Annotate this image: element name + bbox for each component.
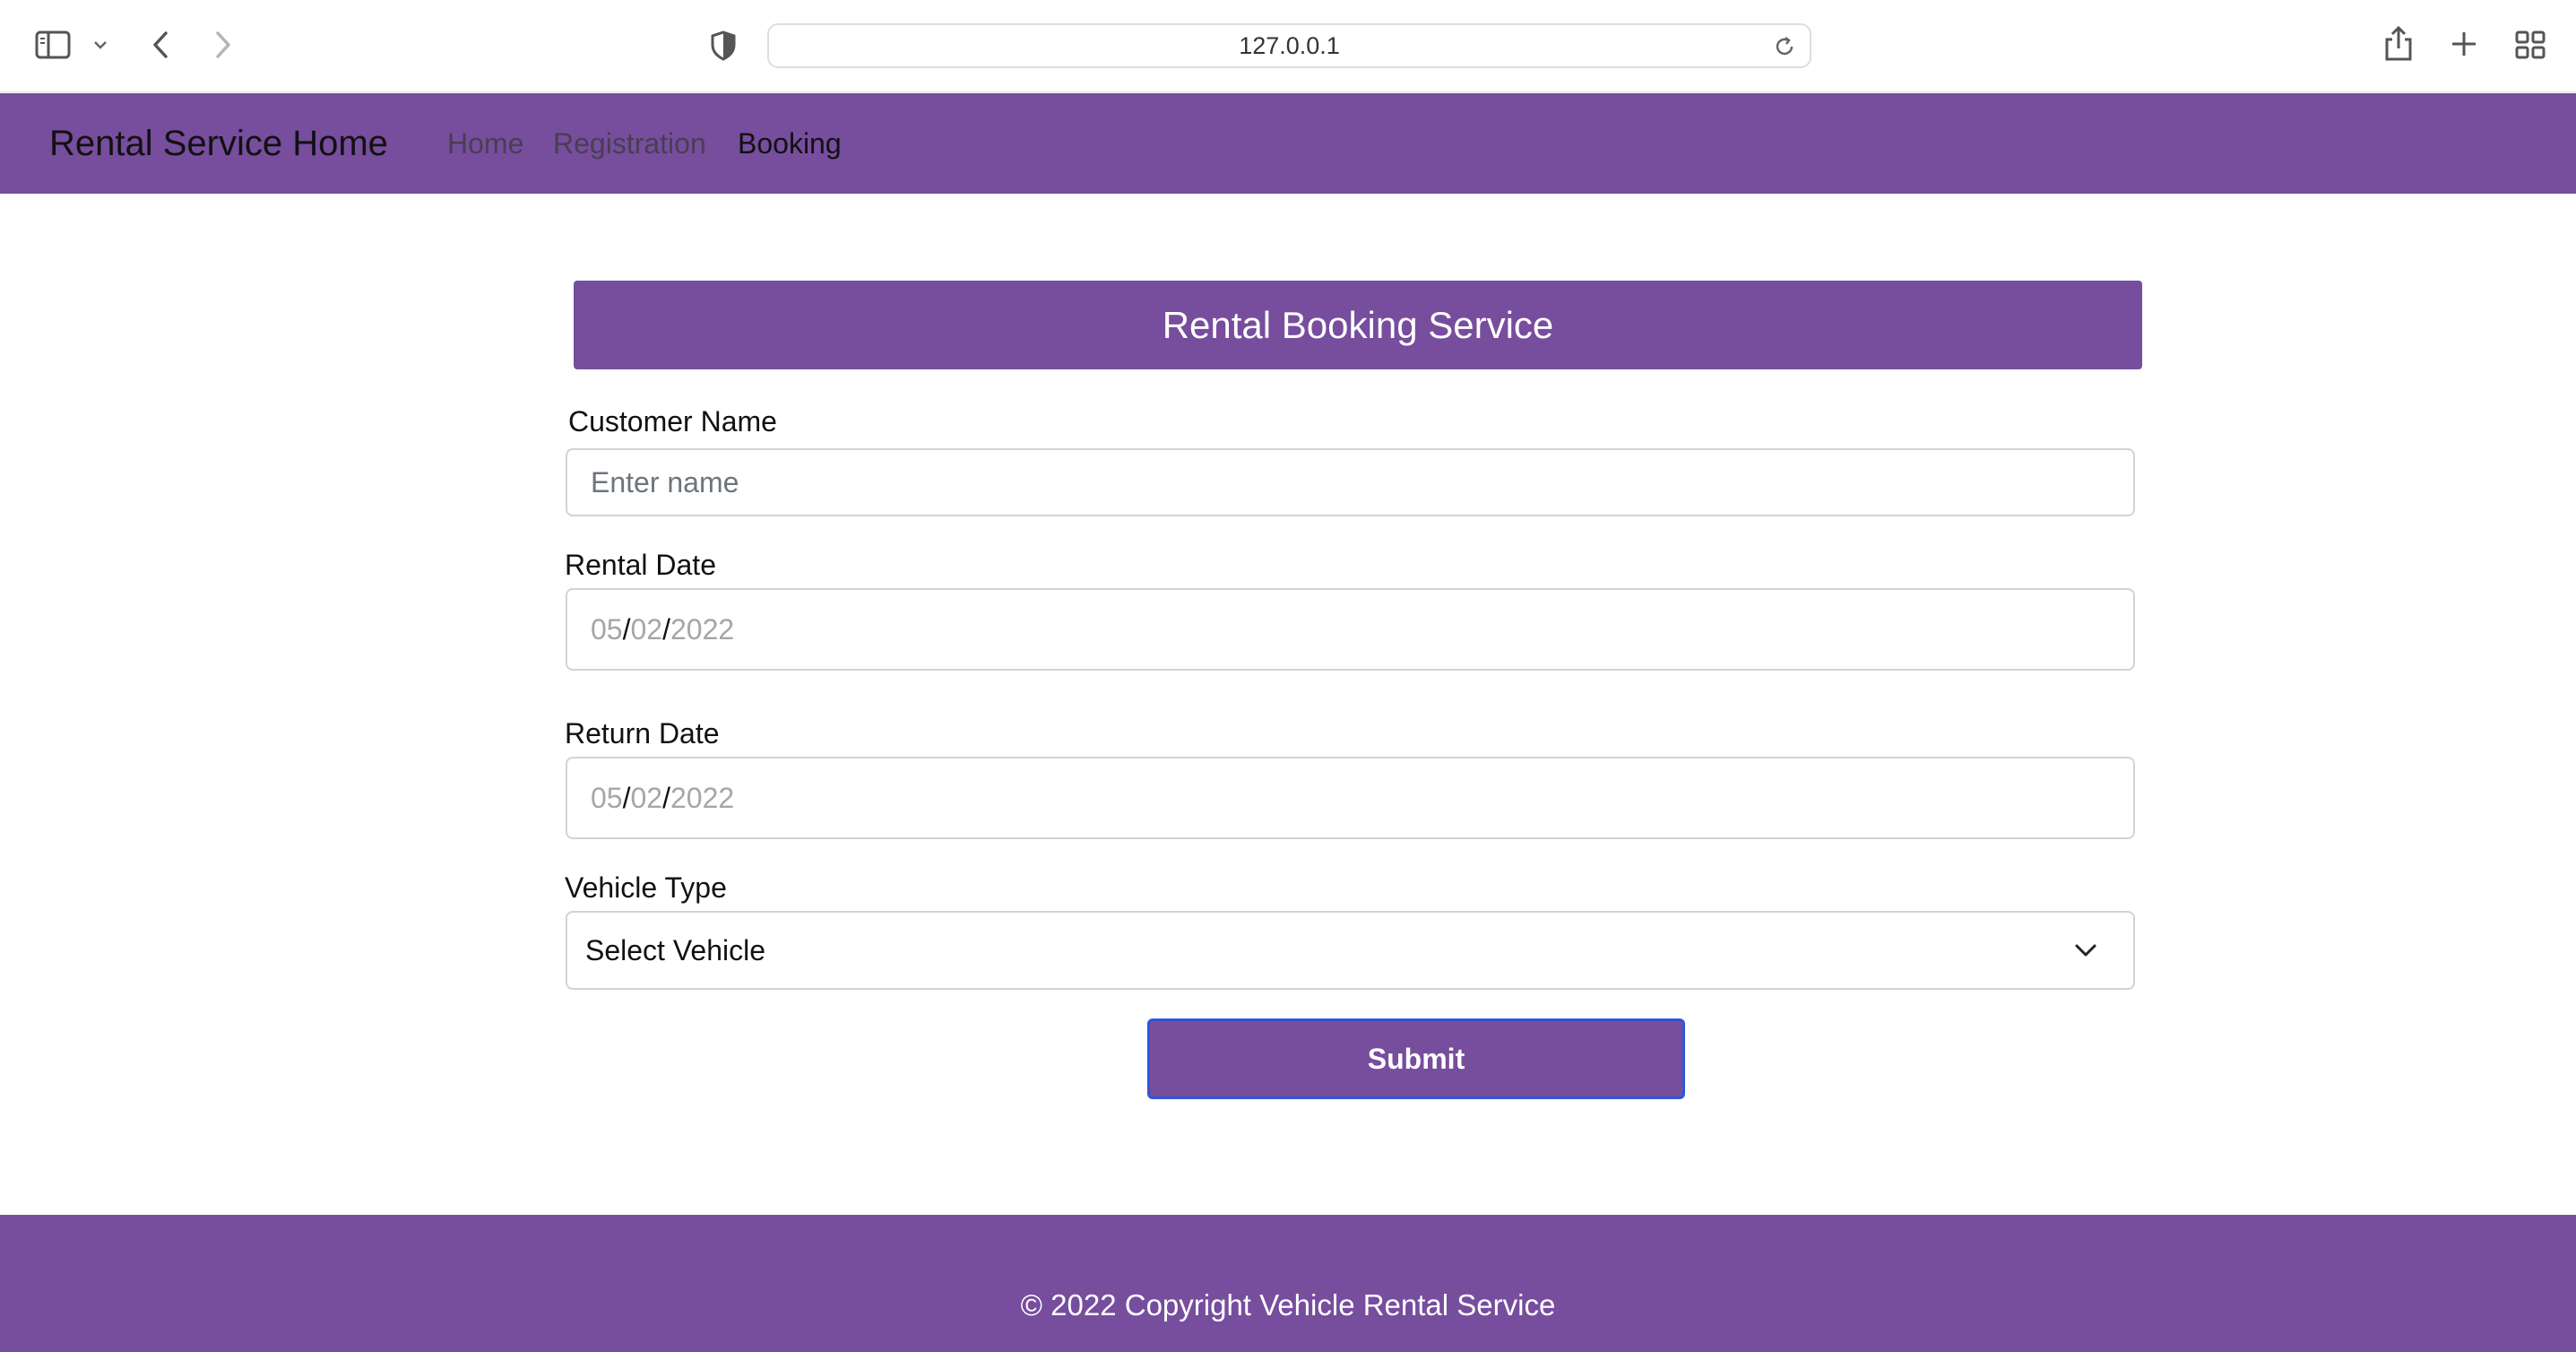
- browser-toolbar: 127.0.0.1: [0, 0, 2576, 92]
- return-date-separator: /: [622, 781, 631, 814]
- nav-link-registration[interactable]: Registration: [553, 127, 706, 160]
- grid-icon[interactable]: [2513, 29, 2547, 61]
- vehicle-type-select[interactable]: Select Vehicle: [566, 911, 2135, 990]
- vehicle-type-label: Vehicle Type: [565, 871, 727, 904]
- customer-name-label: Customer Name: [568, 405, 777, 438]
- back-arrow-icon[interactable]: [147, 27, 174, 63]
- rental-date-month[interactable]: 05: [591, 613, 623, 646]
- vehicle-type-selected: Select Vehicle: [585, 933, 766, 966]
- form-banner: Rental Booking Service: [574, 281, 2142, 369]
- share-icon[interactable]: [2381, 23, 2416, 65]
- rental-date-day[interactable]: 02: [630, 613, 662, 646]
- return-date-separator: /: [662, 781, 670, 814]
- site-footer: © 2022 Copyright Vehicle Rental Service: [0, 1215, 2576, 1352]
- nav-link-home[interactable]: Home: [447, 127, 523, 160]
- footer-copyright: © 2022 Copyright Vehicle Rental Service: [1020, 1288, 1556, 1322]
- site-navbar: Rental Service Home Home Registration Bo…: [0, 93, 2576, 194]
- url-text: 127.0.0.1: [1239, 31, 1340, 59]
- return-date-input[interactable]: 05/02/2022: [566, 757, 2135, 839]
- rental-date-input[interactable]: 05/02/2022: [566, 588, 2135, 671]
- chevron-down-icon: [2074, 943, 2097, 958]
- rental-date-label: Rental Date: [565, 549, 716, 581]
- rental-date-separator: /: [622, 612, 631, 646]
- chevron-down-icon[interactable]: [91, 36, 109, 54]
- shield-icon[interactable]: [708, 29, 739, 63]
- return-date-day[interactable]: 02: [630, 782, 662, 815]
- address-bar[interactable]: 127.0.0.1: [767, 23, 1811, 68]
- return-date-label: Return Date: [565, 717, 720, 750]
- reload-icon[interactable]: [1772, 34, 1797, 59]
- plus-icon[interactable]: [2447, 27, 2481, 61]
- return-date-month[interactable]: 05: [591, 782, 623, 815]
- navbar-brand[interactable]: Rental Service Home: [49, 124, 388, 164]
- rental-date-separator: /: [662, 612, 670, 646]
- sidebar-icon[interactable]: [34, 29, 72, 61]
- customer-name-placeholder: Enter name: [591, 465, 739, 498]
- forward-arrow-icon[interactable]: [210, 27, 237, 63]
- submit-button[interactable]: Submit: [1147, 1018, 1685, 1099]
- nav-link-booking[interactable]: Booking: [738, 127, 842, 160]
- customer-name-input[interactable]: Enter name: [566, 448, 2135, 516]
- page-title: Rental Booking Service: [1162, 303, 1554, 346]
- rental-date-year[interactable]: 2022: [670, 613, 734, 646]
- return-date-year[interactable]: 2022: [670, 782, 734, 815]
